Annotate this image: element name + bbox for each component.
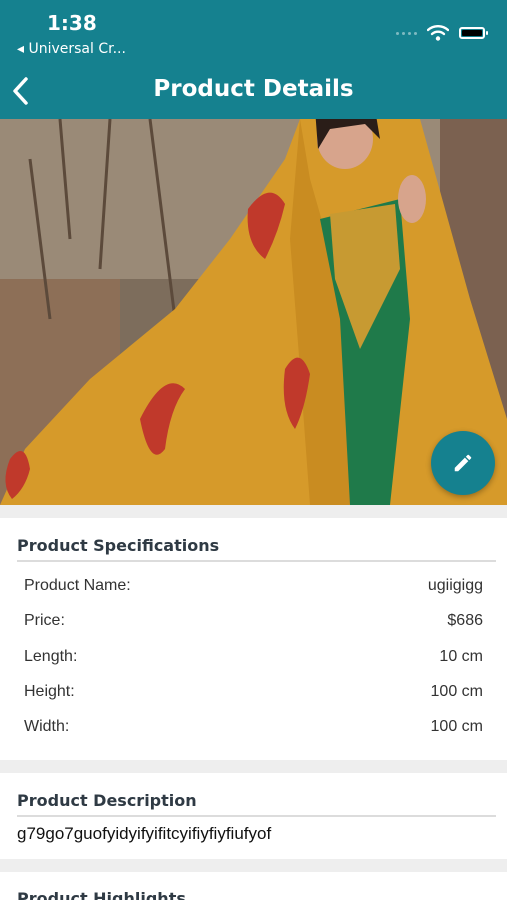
spec-row: Width: 100 cm [24,718,483,736]
wifi-icon [427,25,449,41]
highlights-title: Product Highlights [17,889,186,900]
spec-label: Width: [24,718,70,735]
battery-icon [459,27,488,39]
product-image [0,119,507,505]
spec-row: Length: 10 cm [24,648,483,666]
product-image-carousel[interactable]: 2 [0,119,507,505]
page-title: Product Details [153,76,354,102]
app-header: 1:38 ◂ Universal Cr... Product Details [0,0,507,119]
divider [17,815,496,817]
specifications-card: Product Specifications Product Name: ugi… [0,518,507,760]
spec-label: Product Name: [24,577,131,594]
spec-row: Height: 100 cm [24,683,483,701]
highlights-card: Product Highlights [0,872,507,900]
signal-icon [396,31,417,35]
spec-label: Price: [24,612,65,629]
spec-label: Height: [24,683,75,700]
spec-label: Length: [24,648,78,665]
pencil-icon [454,454,472,472]
spec-row: Product Name: ugiigigg [24,577,483,595]
description-card: Product Description g79go7guofyidyifyifi… [0,773,507,859]
spec-row: Price: $686 [24,612,483,630]
spec-value: 100 cm [430,683,483,700]
edit-button[interactable] [431,431,495,495]
spec-value: $686 [447,612,483,629]
status-icons [396,25,488,41]
divider [17,560,496,562]
description-title: Product Description [17,791,197,810]
description-text: g79go7guofyidyifyifitcyifiyfiyfiufyof [17,824,272,843]
spec-value: 10 cm [439,648,483,665]
spec-value: 100 cm [430,718,483,735]
back-to-app-link[interactable]: ◂ Universal Cr... [17,41,126,57]
specifications-title: Product Specifications [17,536,220,555]
status-time: 1:38 [47,11,97,35]
spec-value: ugiigigg [427,577,483,594]
